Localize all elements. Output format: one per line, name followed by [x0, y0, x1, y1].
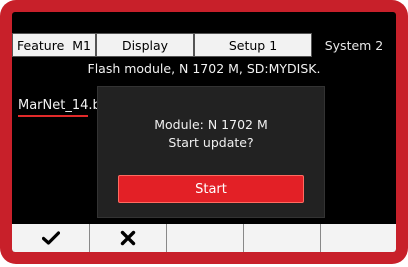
tab-setup-1[interactable]: Setup 1	[194, 33, 312, 57]
selection-underline	[18, 115, 88, 117]
tab-label: Display	[121, 37, 169, 53]
softkey-1[interactable]	[12, 224, 90, 252]
tab-label: System 2	[324, 37, 384, 53]
tab-feature-m1[interactable]: Feature M1	[12, 33, 96, 57]
softkey-4[interactable]	[244, 224, 321, 252]
display-screen: Feature M1 Display Setup 1 System 2 Flas…	[12, 12, 396, 252]
screen-header: Flash module, N 1702 M, SD:MYDISK.	[87, 61, 321, 76]
tab-bar: Feature M1 Display Setup 1 System 2	[12, 33, 396, 57]
tab-display[interactable]: Display	[96, 33, 194, 57]
softkey-bar	[12, 224, 396, 252]
start-button-label: Start	[195, 181, 227, 197]
softkey-5[interactable]	[321, 224, 396, 252]
tab-label: Feature M1	[17, 37, 91, 53]
tab-label: Setup 1	[228, 37, 278, 53]
device-bezel: Feature M1 Display Setup 1 System 2 Flas…	[0, 0, 408, 264]
cross-icon	[120, 230, 136, 246]
softkey-3[interactable]	[167, 224, 244, 252]
dialog-question-text: Start update?	[168, 135, 254, 150]
tab-system-2[interactable]: System 2	[312, 33, 396, 57]
dialog-module-text: Module: N 1702 M	[154, 117, 268, 132]
checkmark-icon	[41, 231, 60, 245]
update-dialog: Module: N 1702 M Start update? Start	[98, 87, 324, 217]
device: Feature M1 Display Setup 1 System 2 Flas…	[0, 0, 408, 267]
softkey-2[interactable]	[90, 224, 167, 252]
start-button[interactable]: Start	[118, 175, 304, 203]
file-list-item[interactable]: MarNet_14.b	[18, 98, 98, 113]
